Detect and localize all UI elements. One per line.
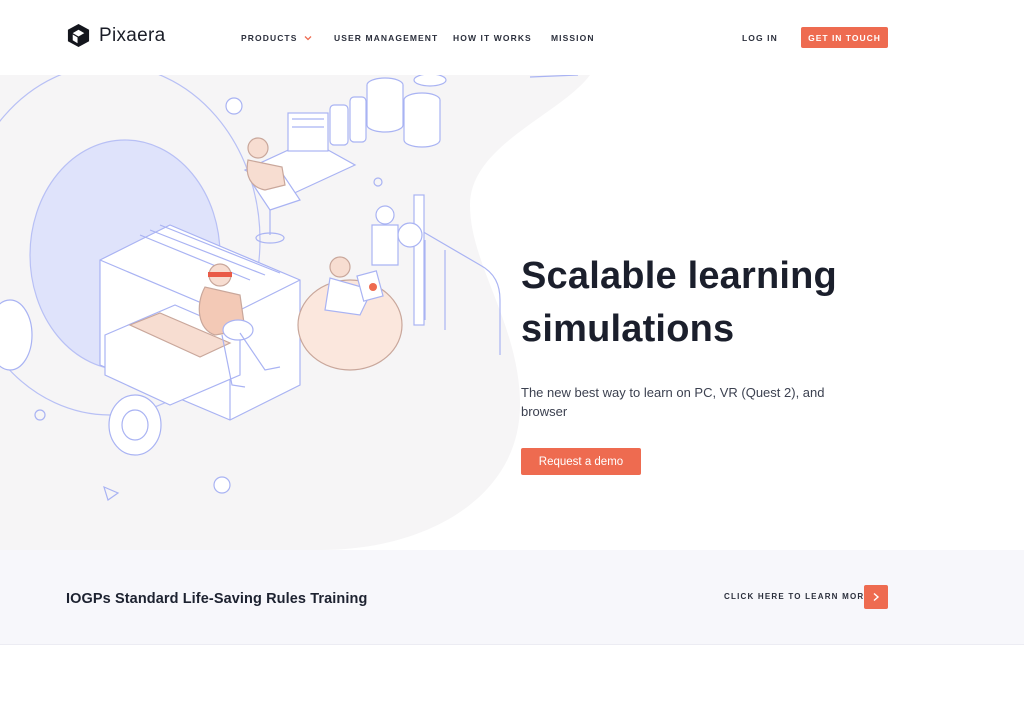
- hero-subtitle: The new best way to learn on PC, VR (Que…: [521, 385, 825, 419]
- site-header: Pixaera PRODUCTS USER MANAGEMENT HOW IT …: [0, 0, 1024, 75]
- pixaera-logo-icon: [67, 23, 90, 48]
- brand-name: Pixaera: [99, 24, 166, 46]
- training-banner: IOGPs Standard Life-Saving Rules Trainin…: [0, 550, 1024, 645]
- request-demo-button[interactable]: Request a demo: [521, 448, 641, 475]
- banner-title: IOGPs Standard Life-Saving Rules Trainin…: [66, 591, 368, 607]
- nav-user-management[interactable]: USER MANAGEMENT: [334, 33, 438, 43]
- nav-products[interactable]: PRODUCTS: [241, 33, 312, 43]
- learn-more-link[interactable]: CLICK HERE TO LEARN MORE: [724, 592, 871, 601]
- nav-products-label: PRODUCTS: [241, 33, 298, 43]
- nav-how-it-works[interactable]: HOW IT WORKS: [453, 33, 532, 43]
- chevron-right-icon: [873, 592, 880, 602]
- chevron-down-icon: [304, 36, 311, 41]
- get-in-touch-button[interactable]: GET IN TOUCH: [801, 27, 888, 48]
- learn-more-arrow-button[interactable]: [864, 585, 888, 609]
- nav-login[interactable]: LOG IN: [742, 33, 778, 43]
- brand-logo[interactable]: Pixaera: [66, 23, 166, 48]
- hero-section: Scalable learning simulations The new be…: [0, 75, 1024, 550]
- nav-mission[interactable]: MISSION: [551, 33, 595, 43]
- hero-title-line2: simulations: [521, 308, 735, 350]
- hero-title-line1: Scalable learning: [521, 255, 837, 297]
- hero-title: Scalable learning simulations: [521, 250, 941, 356]
